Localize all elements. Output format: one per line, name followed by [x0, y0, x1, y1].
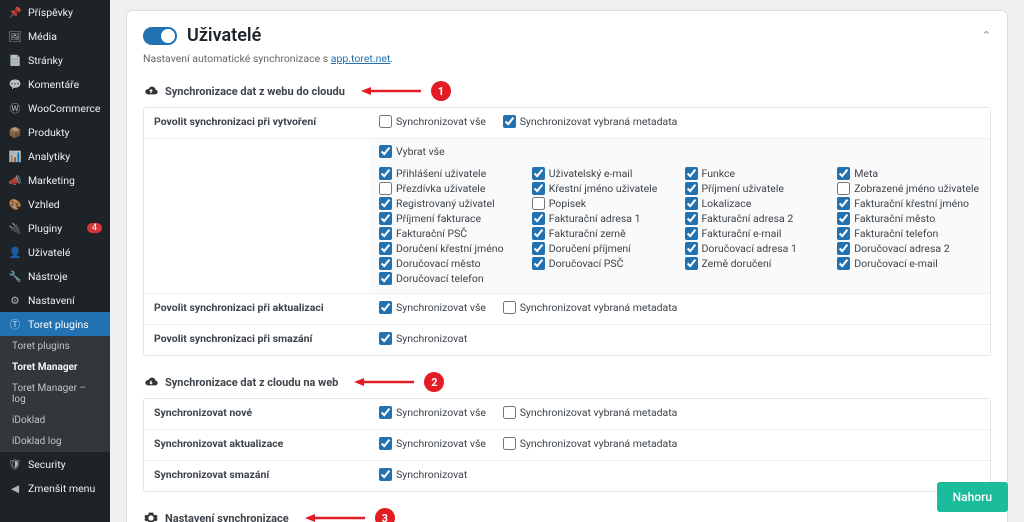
page-icon: 📄 — [8, 53, 22, 67]
meta-checkbox[interactable]: Doručení příjmení — [532, 242, 675, 255]
callout-2: 2 — [424, 372, 444, 392]
meta-checkbox[interactable]: Fakturační země — [532, 227, 675, 240]
subtitle-text: Nastavení automatické synchronizace s ap… — [143, 52, 991, 65]
sidebar-subitem[interactable]: iDoklad log — [0, 431, 110, 452]
chevron-up-icon[interactable]: ⌃ — [982, 29, 991, 42]
user-icon: 👤 — [8, 245, 22, 259]
app-link[interactable]: app.toret.net — [331, 52, 391, 65]
meta-checkbox[interactable]: Přihlášení uživatele — [379, 167, 522, 180]
meta-checkbox[interactable]: Doručovací PSČ — [532, 257, 675, 270]
sync-new-selected[interactable] — [503, 406, 516, 419]
marketing-icon: 📣 — [8, 173, 22, 187]
cloud-download-icon — [143, 374, 159, 390]
meta-checkbox[interactable]: Příjmení uživatele — [685, 182, 828, 195]
collapse-icon: ◀ — [8, 481, 22, 495]
media-icon: 🖼 — [8, 29, 22, 43]
meta-checkbox[interactable]: Křestní jméno uživatele — [532, 182, 675, 195]
section-sync-settings: Nastavení synchronizace 3 — [143, 502, 991, 522]
meta-checkbox[interactable]: Lokalizace — [685, 197, 828, 210]
section-cloud-to-web: Synchronizace dat z cloudu na web 2 — [143, 366, 991, 398]
meta-checkbox[interactable]: Meta — [837, 167, 980, 180]
arrow-annotation — [354, 377, 414, 387]
sidebar-item-product[interactable]: 📦Produkty — [0, 120, 110, 144]
pin-icon: 📌 — [8, 5, 22, 19]
sync-all-create[interactable] — [379, 115, 392, 128]
sidebar-item-analytics[interactable]: 📊Analytiky — [0, 144, 110, 168]
meta-checkbox[interactable]: Fakturační adresa 1 — [532, 212, 675, 225]
meta-checkbox[interactable]: Fakturační PSČ — [379, 227, 522, 240]
plugin-icon: 🔌 — [8, 221, 22, 235]
sidebar-subitem[interactable]: iDoklad — [0, 410, 110, 431]
module-toggle[interactable] — [143, 27, 177, 45]
meta-checkbox[interactable]: Fakturační adresa 2 — [685, 212, 828, 225]
callout-3: 3 — [375, 508, 395, 522]
settings-icon: ⚙ — [8, 293, 22, 307]
main-content: Uživatelé ⌃ Nastavení automatické synchr… — [110, 0, 1024, 522]
page-title: Uživatelé — [187, 25, 261, 46]
sync-selected-create[interactable] — [503, 115, 516, 128]
sync-delete-cloud[interactable] — [379, 468, 392, 481]
sync-new-all[interactable] — [379, 406, 392, 419]
sidebar-item-pin[interactable]: 📌Příspěvky — [0, 0, 110, 24]
sidebar-item-page[interactable]: 📄Stránky — [0, 48, 110, 72]
sidebar-item-user[interactable]: 👤Uživatelé — [0, 240, 110, 264]
meta-checkbox[interactable]: Doručovací adresa 2 — [837, 242, 980, 255]
woo-icon: Ⓦ — [8, 101, 22, 115]
meta-checkbox[interactable]: Země doručení — [685, 257, 828, 270]
meta-checkbox[interactable]: Fakturační telefon — [837, 227, 980, 240]
sidebar-item-tools[interactable]: 🔧Nástroje — [0, 264, 110, 288]
gear-icon — [143, 510, 159, 522]
shield-icon: 🛡 — [8, 457, 22, 471]
sync-all-update[interactable] — [379, 301, 392, 314]
section-web-to-cloud: Synchronizace dat z webu do cloudu 1 — [143, 75, 991, 107]
meta-checkbox[interactable]: Příjmení fakturace — [379, 212, 522, 225]
update-badge: 4 — [87, 223, 102, 233]
meta-checkbox[interactable]: Doručovací město — [379, 257, 522, 270]
sidebar-item-plugin[interactable]: 🔌Pluginy4 — [0, 216, 110, 240]
product-icon: 📦 — [8, 125, 22, 139]
tools-icon: 🔧 — [8, 269, 22, 283]
cloud-upload-icon — [143, 83, 159, 99]
arrow-annotation — [305, 513, 365, 522]
meta-checkbox[interactable]: Zobrazené jméno uživatele — [837, 182, 980, 195]
sidebar-subitem[interactable]: Toret plugins — [0, 336, 110, 357]
sidebar-item-toret[interactable]: ⓉToret plugins — [0, 312, 110, 336]
arrow-annotation — [361, 86, 421, 96]
meta-checkbox[interactable]: Fakturační město — [837, 212, 980, 225]
sidebar-item-marketing[interactable]: 📣Marketing — [0, 168, 110, 192]
meta-checkbox[interactable]: Doručení křestní jméno — [379, 242, 522, 255]
analytics-icon: 📊 — [8, 149, 22, 163]
comment-icon: 💬 — [8, 77, 22, 91]
sidebar-item-appearance[interactable]: 🎨Vzhled — [0, 192, 110, 216]
meta-checkbox[interactable]: Funkce — [685, 167, 828, 180]
meta-checkbox[interactable]: Popisek — [532, 197, 675, 210]
meta-checkbox[interactable]: Doručovací adresa 1 — [685, 242, 828, 255]
meta-checkbox[interactable]: Fakturační e-mail — [685, 227, 828, 240]
meta-checkbox[interactable]: Uživatelský e-mail — [532, 167, 675, 180]
sync-update-selected[interactable] — [503, 437, 516, 450]
sync-selected-update[interactable] — [503, 301, 516, 314]
sidebar-item-comment[interactable]: 💬Komentáře — [0, 72, 110, 96]
meta-checkbox[interactable]: Doručovací e-mail — [837, 257, 980, 270]
select-all-meta[interactable] — [379, 145, 392, 158]
sidebar-item-media[interactable]: 🖼Média — [0, 24, 110, 48]
sidebar-subitem[interactable]: Toret Manager – log — [0, 378, 110, 410]
meta-checkbox[interactable]: Doručovací telefon — [379, 272, 522, 285]
scroll-top-button[interactable]: Nahoru — [937, 482, 1008, 512]
sidebar-item-shield[interactable]: 🛡Security — [0, 452, 110, 476]
admin-sidebar: 📌Příspěvky🖼Média📄Stránky💬KomentářeⓌWooCo… — [0, 0, 110, 522]
meta-checkbox[interactable]: Registrovaný uživatel — [379, 197, 522, 210]
sync-delete[interactable] — [379, 332, 392, 345]
callout-1: 1 — [431, 81, 451, 101]
sidebar-subitem[interactable]: Toret Manager — [0, 357, 110, 378]
toret-icon: Ⓣ — [8, 317, 22, 331]
sidebar-item-woo[interactable]: ⓌWooCommerce — [0, 96, 110, 120]
meta-checkbox[interactable]: Přezdívka uživatele — [379, 182, 522, 195]
meta-checkbox[interactable]: Fakturační křestní jméno — [837, 197, 980, 210]
appearance-icon: 🎨 — [8, 197, 22, 211]
sidebar-item-settings[interactable]: ⚙Nastavení — [0, 288, 110, 312]
sync-update-all[interactable] — [379, 437, 392, 450]
sidebar-item-collapse[interactable]: ◀Zmenšit menu — [0, 476, 110, 500]
